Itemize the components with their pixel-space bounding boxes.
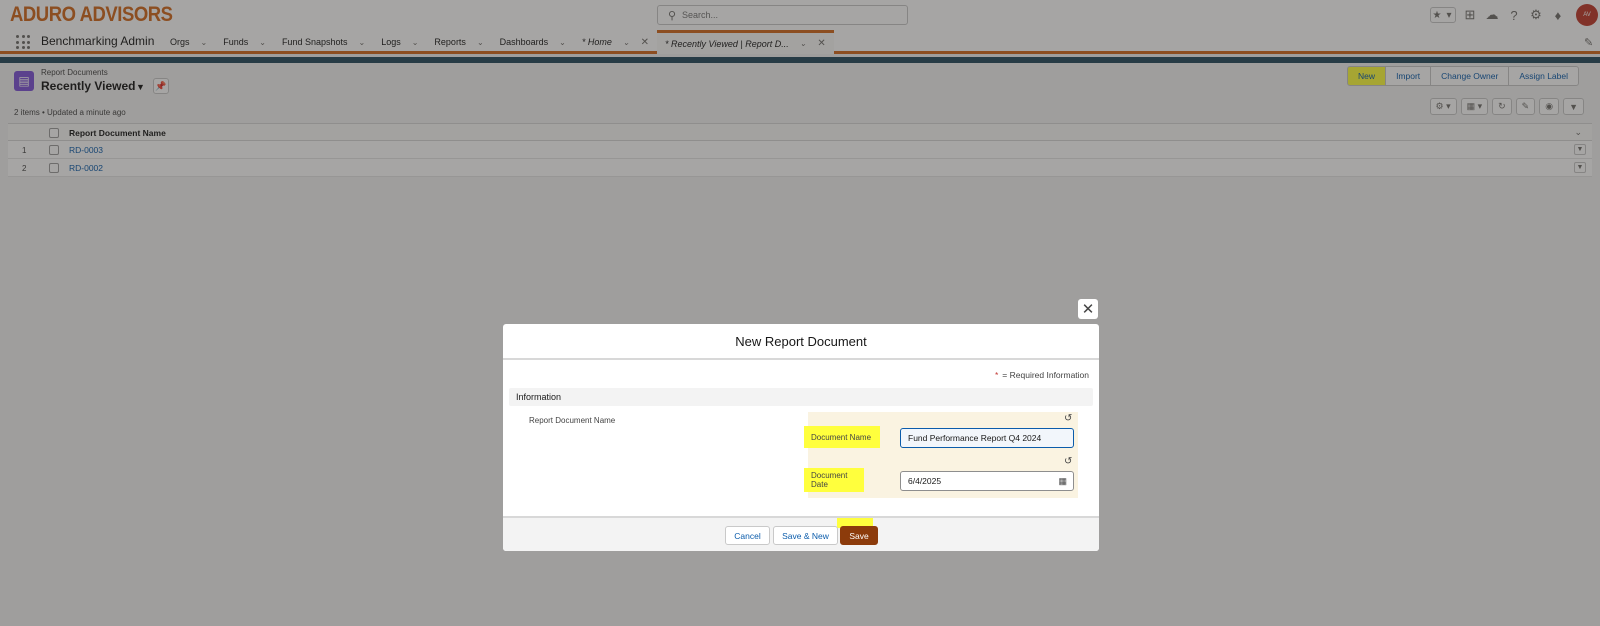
calendar-icon[interactable]: ▦: [1058, 476, 1067, 487]
required-star: *: [994, 370, 999, 380]
field-label-document-name: Document Name: [804, 426, 880, 448]
document-name-input[interactable]: Fund Performance Report Q4 2024: [900, 428, 1074, 448]
field-label-report-document-name: Report Document Name: [529, 416, 616, 425]
field-label-document-date: Document Date: [804, 468, 864, 492]
required-note: * = Required Information: [995, 370, 1089, 380]
undo-icon[interactable]: ↺: [1064, 456, 1072, 467]
section-information[interactable]: Information: [509, 388, 1093, 406]
new-record-modal: New Report Document * = Required Informat…: [503, 324, 1099, 551]
close-icon[interactable]: ✕: [1078, 299, 1098, 319]
cancel-button[interactable]: Cancel: [725, 526, 770, 545]
modal-footer: Cancel Save & New Save: [503, 516, 1099, 551]
document-date-value: 6/4/2025: [908, 476, 942, 486]
save-button[interactable]: Save: [840, 526, 878, 545]
changed-fields-area: ↺ Document Name Fund Performance Report …: [804, 412, 1078, 498]
required-note-text: = Required Information: [1002, 370, 1089, 380]
document-date-input[interactable]: 6/4/2025 ▦: [900, 471, 1074, 491]
modal-title: New Report Document: [503, 324, 1099, 360]
save-and-new-button[interactable]: Save & New: [773, 526, 838, 545]
undo-icon[interactable]: ↺: [1064, 413, 1072, 424]
